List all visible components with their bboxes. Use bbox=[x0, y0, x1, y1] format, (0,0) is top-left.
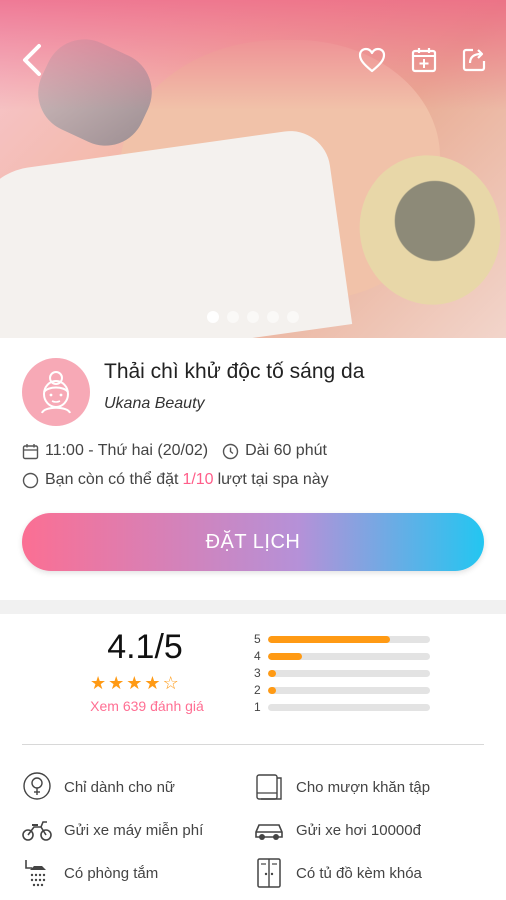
rating-bar-label: 2 bbox=[254, 683, 261, 697]
rating-bar-row: 1 bbox=[254, 700, 434, 714]
heart-icon bbox=[358, 47, 386, 73]
book-button[interactable]: ĐẶT LỊCH bbox=[22, 513, 484, 571]
availability-row: Bạn còn có thể đặt 1/10 lượt tại spa này bbox=[22, 471, 329, 489]
car-icon bbox=[252, 814, 286, 846]
duration-text: Dài 60 phút bbox=[245, 442, 327, 459]
chevron-left-icon bbox=[23, 44, 41, 76]
amenity-towel: Cho mượn khăn tập bbox=[252, 771, 430, 803]
carousel-dot[interactable] bbox=[267, 311, 279, 323]
share-icon bbox=[462, 48, 486, 72]
rating-bar-row: 4 bbox=[254, 649, 434, 663]
amenity-shower: Có phòng tắm bbox=[20, 857, 158, 889]
divider bbox=[22, 744, 484, 745]
favorite-button[interactable] bbox=[356, 44, 388, 76]
locker-icon bbox=[252, 857, 286, 889]
share-button[interactable] bbox=[458, 44, 490, 76]
star-filled-icon: ★ bbox=[144, 673, 161, 693]
carousel-dot[interactable] bbox=[287, 311, 299, 323]
amenity-label: Gửi xe hơi 10000đ bbox=[296, 821, 421, 839]
brand-avatar[interactable] bbox=[22, 358, 90, 426]
carousel-dot[interactable] bbox=[247, 311, 259, 323]
rating-score: 4.1/5 bbox=[107, 628, 183, 666]
see-reviews-link[interactable]: Xem 639 đánh giá bbox=[72, 698, 222, 714]
amenity-label: Có tủ đồ kèm khóa bbox=[296, 864, 422, 882]
rating-bar-fill bbox=[268, 686, 277, 694]
brand-name[interactable]: Ukana Beauty bbox=[104, 395, 205, 413]
amenity-label: Cho mượn khăn tập bbox=[296, 778, 431, 796]
shower-icon bbox=[20, 857, 54, 889]
rating-bar-label: 4 bbox=[254, 649, 261, 663]
rating-bar-track bbox=[268, 669, 430, 677]
schedule-text: 11:00 - Thứ hai (20/02) bbox=[45, 442, 209, 459]
amenity-motorbike: Gửi xe máy miễn phí bbox=[20, 814, 203, 846]
service-title: Thải chì khử độc tố sáng da bbox=[104, 360, 365, 383]
rating-bar-label: 5 bbox=[254, 632, 261, 646]
star-empty-icon: ☆ bbox=[162, 673, 179, 693]
availability-count: 1/10 bbox=[182, 471, 214, 488]
amenity-label: Chỉ dành cho nữ bbox=[64, 778, 175, 796]
amenity-car: Gửi xe hơi 10000đ bbox=[252, 814, 421, 846]
rating-bar-track bbox=[268, 686, 430, 694]
motorbike-icon bbox=[20, 814, 54, 846]
calendar-icon bbox=[22, 443, 39, 460]
rating-bar-fill bbox=[268, 669, 277, 677]
carousel-dot[interactable] bbox=[227, 311, 239, 323]
woman-face-icon bbox=[41, 371, 71, 414]
star-filled-icon: ★ bbox=[126, 673, 143, 693]
star-filled-icon: ★ bbox=[90, 673, 107, 693]
rating-bar-row: 2 bbox=[254, 683, 434, 697]
rating-stars: ★ ★ ★ ★ ☆ bbox=[90, 673, 179, 694]
female-icon bbox=[20, 771, 54, 803]
rating-bar-track bbox=[268, 652, 430, 660]
circle-icon bbox=[22, 472, 39, 489]
amenity-locker: Có tủ đồ kèm khóa bbox=[252, 857, 422, 889]
schedule-row: 11:00 - Thứ hai (20/02) Dài 60 phút bbox=[22, 442, 327, 460]
availability-prefix: Bạn còn có thể đặt bbox=[45, 471, 179, 488]
rating-bar-fill bbox=[268, 635, 390, 643]
add-to-calendar-button[interactable] bbox=[408, 44, 440, 76]
rating-bar-label: 1 bbox=[254, 700, 261, 714]
rating-bar-label: 3 bbox=[254, 666, 261, 680]
rating-bar-track bbox=[268, 703, 430, 711]
hero-photo-towel bbox=[0, 125, 353, 338]
rating-bar-fill bbox=[268, 652, 303, 660]
rating-bar-row: 3 bbox=[254, 666, 434, 680]
rating-bar-row: 5 bbox=[254, 632, 434, 646]
amenity-label: Gửi xe máy miễn phí bbox=[64, 821, 204, 839]
clock-icon bbox=[222, 443, 239, 460]
amenity-label: Có phòng tắm bbox=[64, 864, 159, 882]
back-button[interactable] bbox=[16, 44, 48, 76]
towel-icon bbox=[252, 771, 286, 803]
amenity-female-only: Chỉ dành cho nữ bbox=[20, 771, 175, 803]
rating-bar-track bbox=[268, 635, 430, 643]
star-filled-icon: ★ bbox=[108, 673, 125, 693]
availability-suffix: lượt tại spa này bbox=[217, 471, 329, 488]
carousel-dot[interactable] bbox=[207, 311, 219, 323]
carousel-dots bbox=[0, 311, 506, 323]
calendar-plus-icon bbox=[411, 48, 437, 73]
